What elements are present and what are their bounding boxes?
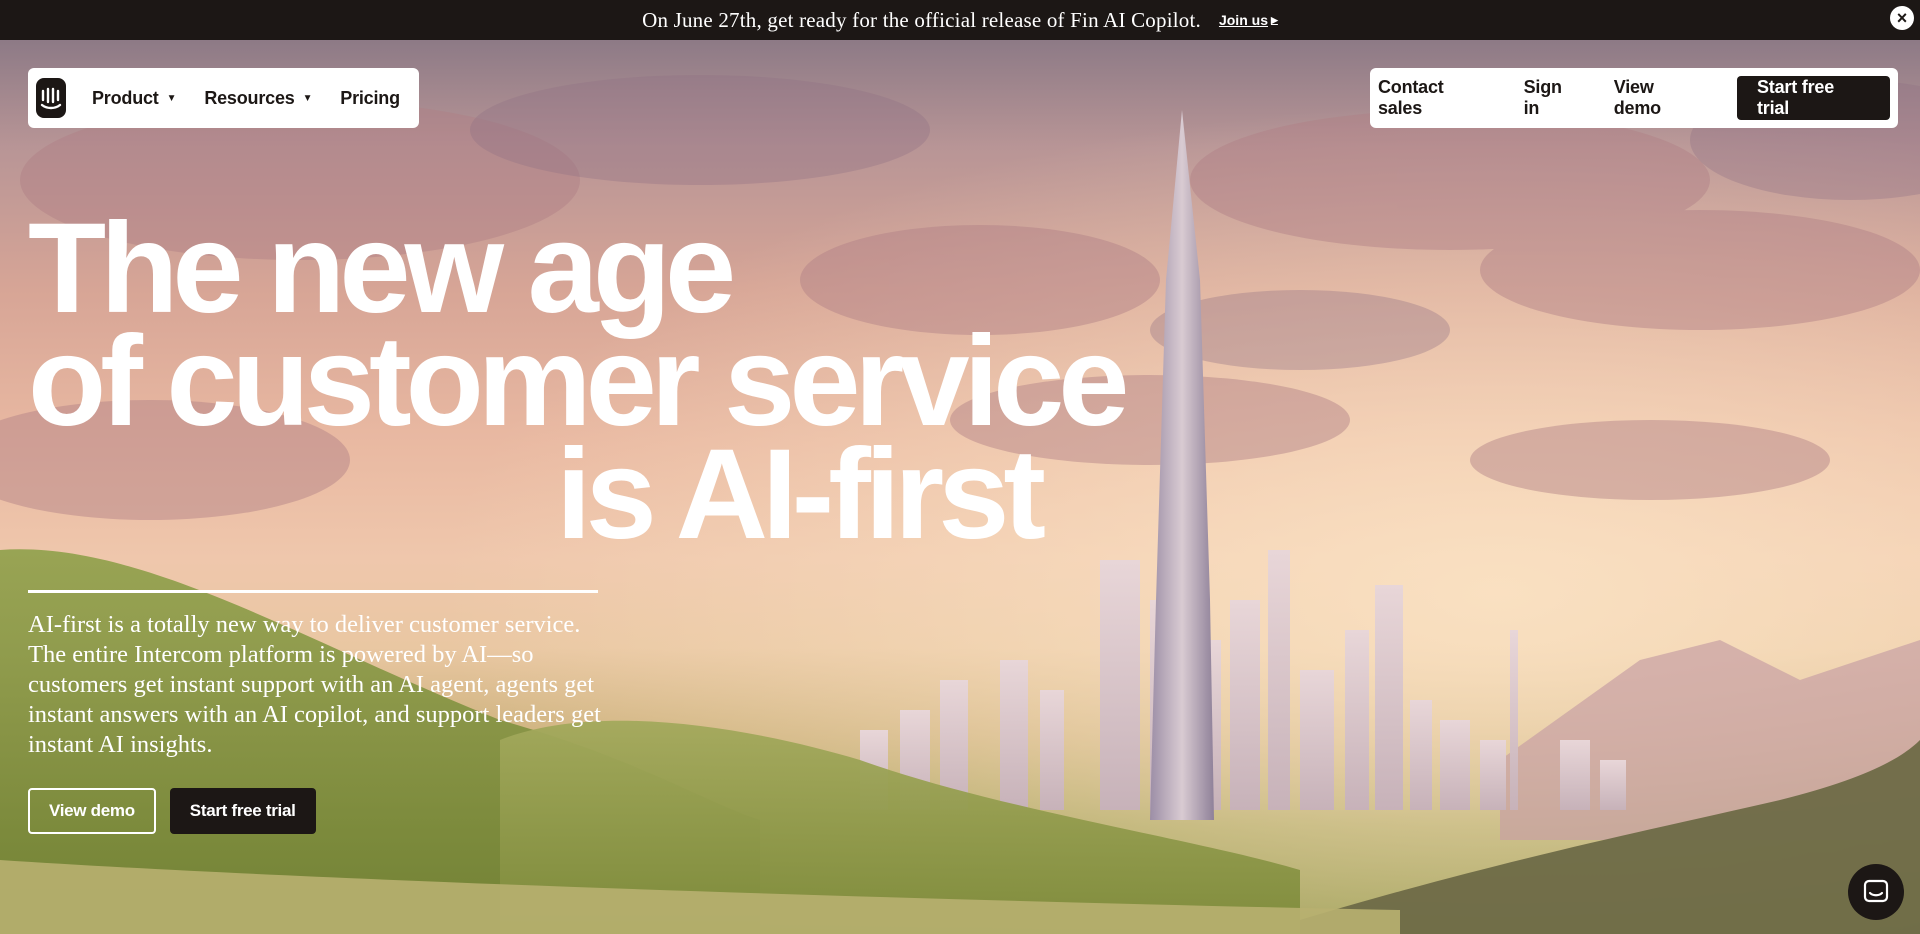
caret-down-icon: ▼ (302, 92, 313, 104)
contact-sales-link[interactable]: Contact sales (1378, 77, 1492, 119)
close-icon[interactable]: × (1890, 6, 1914, 30)
nav-product[interactable]: Product ▼ (92, 87, 177, 109)
play-triangle-icon: ▶ (1270, 14, 1278, 25)
announcement-text: On June 27th, get ready for the official… (642, 7, 1201, 32)
caret-down-icon: ▼ (166, 92, 177, 104)
join-us-link[interactable]: Join us ▶ (1219, 12, 1278, 28)
announcement-bar: On June 27th, get ready for the official… (0, 0, 1920, 40)
chat-bubble-icon[interactable] (1848, 864, 1904, 920)
headline-line-3: is AI-first (556, 423, 1046, 566)
join-us-label: Join us (1218, 12, 1268, 28)
view-demo-link[interactable]: View demo (1614, 77, 1705, 119)
main-nav: Product ▼ Resources ▼ Pricing (28, 68, 419, 128)
nav-pricing[interactable]: Pricing (340, 88, 400, 109)
intercom-logo-icon[interactable] (36, 78, 66, 118)
account-nav: Contact sales Sign in View demo Start fr… (1370, 68, 1898, 128)
nav-resources[interactable]: Resources ▼ (204, 88, 312, 109)
sign-in-link[interactable]: Sign in (1524, 77, 1582, 119)
hero-cta-row: View demo Start free trial (28, 788, 316, 834)
nav-resources-label: Resources (204, 87, 295, 108)
start-free-trial-button[interactable]: Start free trial (1736, 76, 1890, 120)
hero-start-free-trial-button[interactable]: Start free trial (169, 788, 316, 834)
divider (28, 590, 598, 593)
nav-pricing-label: Pricing (340, 87, 400, 108)
hero-view-demo-button[interactable]: View demo (28, 788, 156, 834)
nav-product-label: Product (92, 87, 159, 108)
hero-subtext: AI-first is a totally new way to deliver… (28, 611, 601, 758)
